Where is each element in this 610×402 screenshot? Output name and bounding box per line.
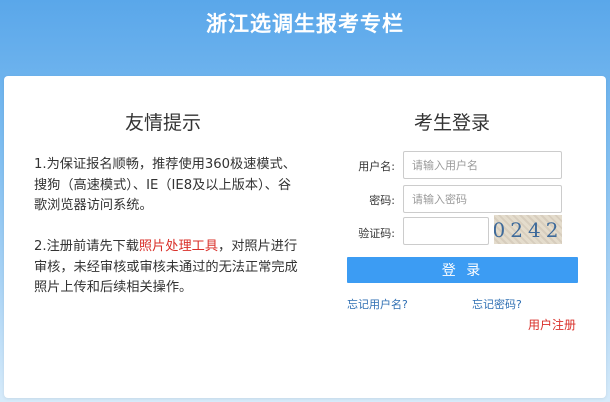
login-button[interactable]: 登 录 (347, 257, 578, 283)
password-input[interactable] (403, 185, 562, 213)
login-title: 考生登录 (413, 112, 490, 134)
captcha-input[interactable] (403, 217, 489, 245)
forgot-password-link[interactable]: 忘记密码? (472, 296, 522, 312)
username-input[interactable] (403, 151, 562, 179)
password-label: 密码: (369, 194, 395, 207)
captcha-image[interactable]: 0242 (494, 215, 562, 244)
forgot-username-link[interactable]: 忘记用户名? (347, 296, 408, 312)
notice-paragraph-1: 1.为保证报名顺畅，推荐使用360极速模式、搜狗（高速模式）、IE（IE8及以上… (34, 157, 296, 213)
notice-title: 友情提示 (124, 112, 201, 134)
photo-tool-link[interactable]: 照片处理工具 (139, 239, 218, 254)
username-label: 用户名: (358, 160, 395, 173)
notice-paragraph-2: 2.注册前请先下载照片处理工具，对照片进行审核，未经审核或审核未通过的无法正常完… (34, 237, 300, 299)
page-title: 浙江选调生报考专栏 (206, 12, 404, 36)
captcha-label: 验证码: (358, 227, 395, 240)
notice-p2-prefix: 2.注册前请先下载 (34, 239, 139, 254)
register-link[interactable]: 用户注册 (528, 316, 576, 333)
